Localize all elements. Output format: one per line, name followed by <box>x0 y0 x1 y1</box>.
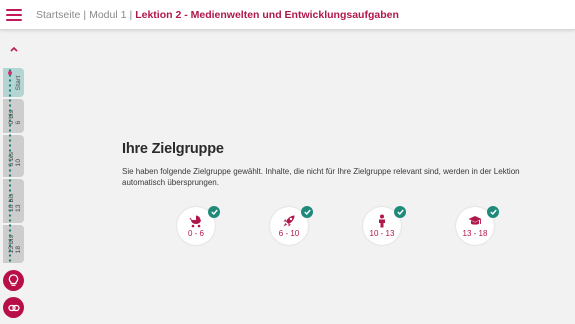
target-group-6-10[interactable]: 6 - 10 <box>270 206 313 245</box>
target-group-10-13[interactable]: 10 - 13 <box>363 206 406 245</box>
checkmark-icon <box>394 206 406 218</box>
top-bar: Startseite | Modul 1 | Lektion 2 - Medie… <box>0 0 575 30</box>
progress-section-13-18[interactable]: 13 bis 18 <box>3 225 24 263</box>
target-group-label: 0 - 6 <box>187 229 204 238</box>
progress-section-start[interactable]: Start <box>3 68 24 97</box>
lightbulb-icon <box>8 274 19 286</box>
graduation-cap-icon <box>468 216 482 225</box>
current-position-marker <box>8 71 12 75</box>
target-group-label: 10 - 13 <box>369 229 395 238</box>
page-description: Sie haben folgende Zielgruppe gewählt. I… <box>122 167 520 187</box>
link-button[interactable] <box>3 297 24 318</box>
breadcrumb-lesson: Lektion 2 - Medienwelten und Entwicklung… <box>135 8 399 21</box>
progress-section-0-6[interactable]: 0 bis 6 <box>3 99 24 133</box>
breadcrumb-separator: | <box>83 8 87 21</box>
target-group-list: 0 - 6 6 - 10 10 - 13 13 - 18 <box>177 206 507 247</box>
link-icon <box>7 304 20 311</box>
target-group-label: 13 - 18 <box>462 229 488 238</box>
target-group-0-6[interactable]: 0 - 6 <box>177 206 220 245</box>
checkmark-icon <box>301 206 313 218</box>
progress-section-6-10[interactable]: 6 bis 10 <box>3 135 24 177</box>
breadcrumb-home[interactable]: Startseite <box>36 9 80 21</box>
progress-track: Start 0 bis 6 6 bis 10 10 bis 13 13 bis … <box>3 68 24 263</box>
target-group-label: 6 - 10 <box>278 229 300 238</box>
progress-section-10-13[interactable]: 10 bis 13 <box>3 179 24 223</box>
breadcrumb: Startseite | Modul 1 | Lektion 2 - Medie… <box>36 9 399 21</box>
lightbulb-button[interactable] <box>3 270 24 291</box>
main-content: Ihre Zielgruppe Sie haben folgende Zielg… <box>122 141 552 188</box>
menu-icon[interactable] <box>6 8 22 21</box>
breadcrumb-module[interactable]: Modul 1 <box>89 9 126 21</box>
child-icon <box>379 214 385 228</box>
rocket-icon <box>283 215 295 227</box>
checkmark-icon <box>487 206 499 218</box>
breadcrumb-separator: | <box>129 8 133 21</box>
checkmark-icon <box>208 206 220 218</box>
target-group-13-18[interactable]: 13 - 18 <box>456 206 499 245</box>
chevron-up-icon[interactable] <box>9 44 19 54</box>
stroller-icon <box>189 215 201 228</box>
progress-section-label: Start <box>15 75 22 90</box>
page-title: Ihre Zielgruppe <box>122 141 224 157</box>
progress-dots <box>8 68 12 263</box>
